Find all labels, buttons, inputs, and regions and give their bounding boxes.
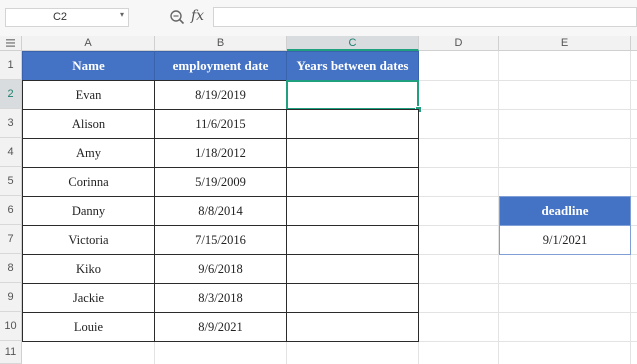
name-box-value: C2	[52, 11, 68, 23]
cell-a2[interactable]: Evan	[22, 80, 155, 110]
column-header-a[interactable]: A	[22, 36, 155, 51]
cell-b3[interactable]: 11/6/2015	[154, 109, 287, 139]
cell-b8[interactable]: 9/6/2018	[154, 254, 287, 284]
name-box[interactable]: C2 ▾	[5, 8, 129, 27]
cell-b7[interactable]: 7/15/2016	[154, 225, 287, 255]
row-header-2[interactable]: 2	[0, 80, 22, 109]
cell-b9[interactable]: 8/3/2018	[154, 283, 287, 313]
cell-a6[interactable]: Danny	[22, 196, 155, 226]
column-header-row: A B C D E	[0, 36, 637, 51]
cell-c6[interactable]	[286, 196, 419, 226]
formula-bar: C2 ▾ fx	[0, 0, 637, 36]
cell-b4[interactable]: 1/18/2012	[154, 138, 287, 168]
cell-a5[interactable]: Corinna	[22, 167, 155, 197]
cell-b10[interactable]: 8/9/2021	[154, 312, 287, 342]
cell-c10[interactable]	[286, 312, 419, 342]
row-header-6[interactable]: 6	[0, 196, 22, 225]
deadline-value-cell[interactable]: 9/1/2021	[499, 225, 631, 255]
cell-c2-selected[interactable]	[286, 80, 419, 110]
cell-c8[interactable]	[286, 254, 419, 284]
formula-input[interactable]	[213, 7, 637, 27]
header-cell-employment-date[interactable]: employment date	[154, 51, 287, 81]
cell-a8[interactable]: Kiko	[22, 254, 155, 284]
column-header-b[interactable]: B	[155, 36, 287, 51]
row-header-10[interactable]: 10	[0, 312, 22, 341]
row-header-11[interactable]: 11	[0, 341, 22, 364]
header-cell-name[interactable]: Name	[22, 51, 155, 81]
row-header-9[interactable]: 9	[0, 283, 22, 312]
cell-a4[interactable]: Amy	[22, 138, 155, 168]
header-cell-years-between[interactable]: Years between dates	[286, 51, 419, 81]
cell-c5[interactable]	[286, 167, 419, 197]
cell-a10[interactable]: Louie	[22, 312, 155, 342]
row-header-3[interactable]: 3	[0, 109, 22, 138]
column-header-d[interactable]: D	[419, 36, 499, 51]
row-header-4[interactable]: 4	[0, 138, 22, 167]
cell-c4[interactable]	[286, 138, 419, 168]
row-header-5[interactable]: 5	[0, 167, 22, 196]
cell-c7[interactable]	[286, 225, 419, 255]
column-header-e[interactable]: E	[499, 36, 631, 51]
select-all-icon	[6, 39, 15, 47]
select-all-corner[interactable]	[0, 36, 22, 51]
chevron-down-icon[interactable]: ▾	[120, 10, 124, 19]
cell-b5[interactable]: 5/19/2009	[154, 167, 287, 197]
column-header-c[interactable]: C	[287, 36, 419, 51]
cell-a7[interactable]: Victoria	[22, 225, 155, 255]
cell-b2[interactable]: 8/19/2019	[154, 80, 287, 110]
zoom-icon[interactable]	[169, 9, 185, 25]
row-header-1[interactable]: 1	[0, 51, 22, 80]
deadline-label-cell[interactable]: deadline	[499, 196, 631, 226]
cell-b6[interactable]: 8/8/2014	[154, 196, 287, 226]
fx-icon[interactable]: fx	[191, 8, 204, 24]
cell-a9[interactable]: Jackie	[22, 283, 155, 313]
row-header-8[interactable]: 8	[0, 254, 22, 283]
row-header-7[interactable]: 7	[0, 225, 22, 254]
cell-c9[interactable]	[286, 283, 419, 313]
cell-a3[interactable]: Alison	[22, 109, 155, 139]
cell-c3[interactable]	[286, 109, 419, 139]
